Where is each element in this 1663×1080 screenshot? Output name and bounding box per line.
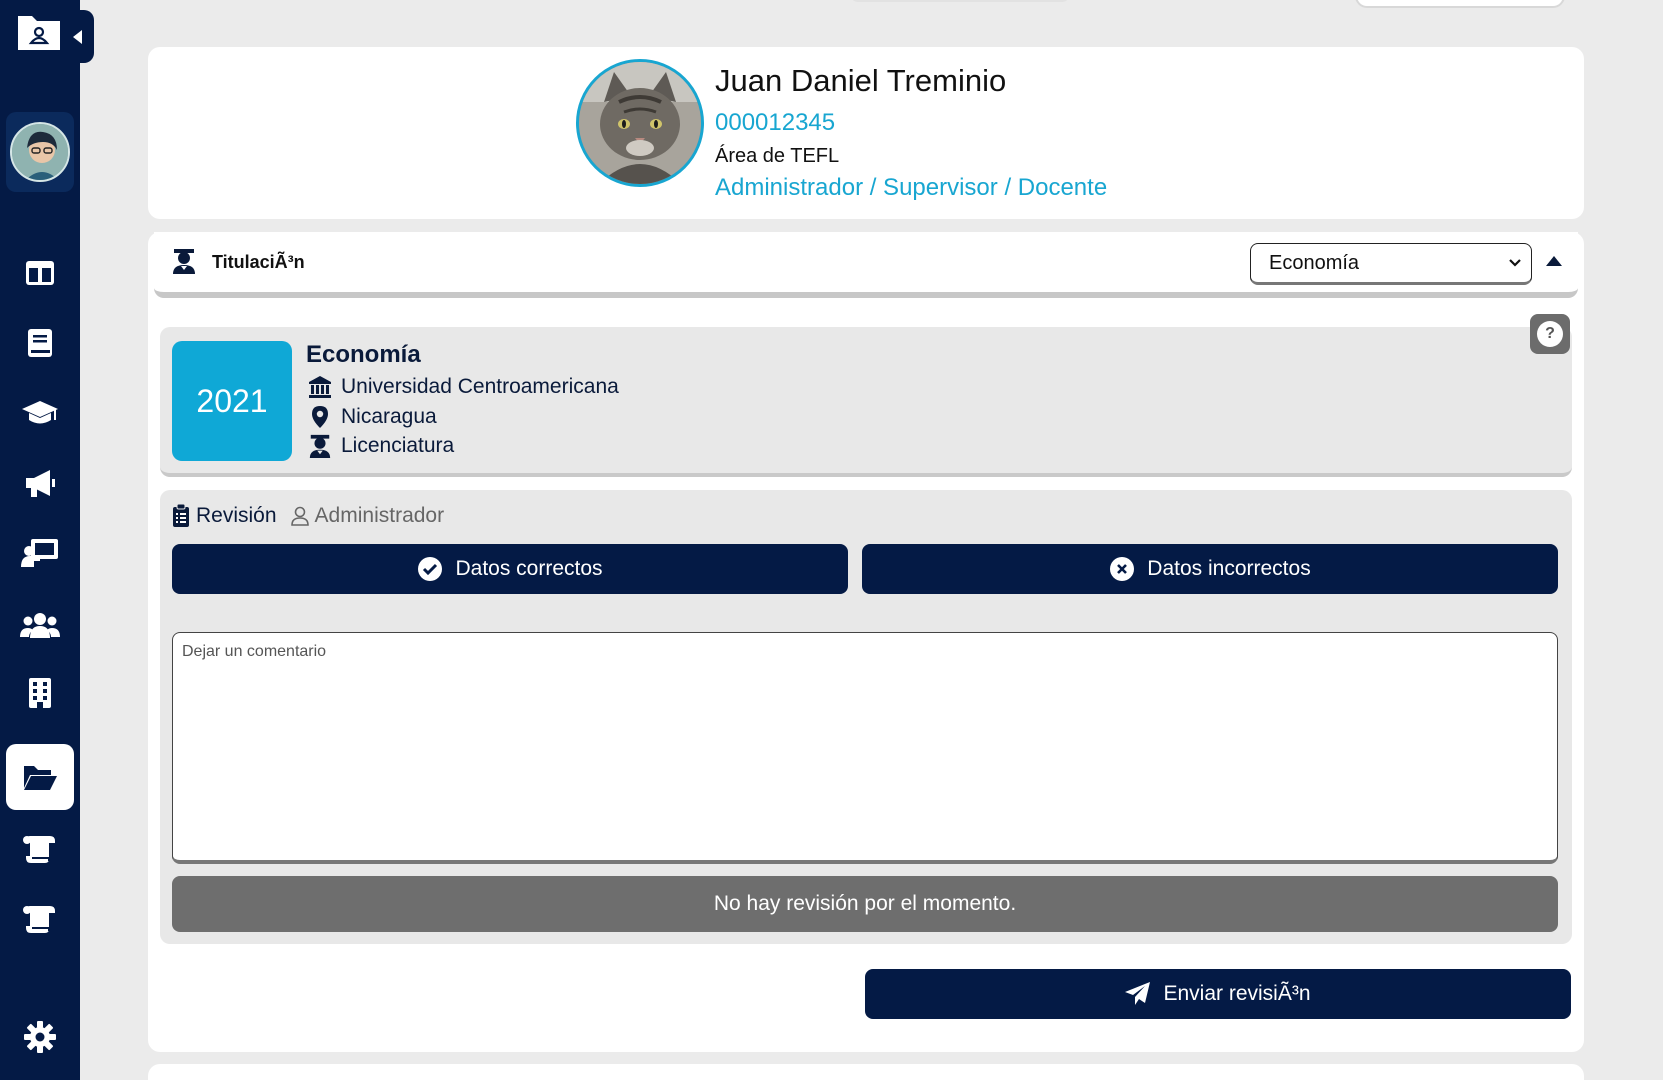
sidebar-item-records-2[interactable] [6,886,74,952]
sidebar-item-files[interactable] [6,744,74,810]
gear-icon [24,1021,56,1053]
degree-card: 2021 Economía Universidad Centroamerican… [160,314,1572,477]
cat-photo [579,62,701,184]
map-pin-icon [312,406,328,428]
user-folder-icon [18,16,60,50]
section-header: TitulaciÃ³n Economía [154,232,1578,298]
sidebar-item-records-1[interactable] [6,816,74,882]
data-incorrect-button[interactable]: Datos incorrectos [862,544,1558,594]
profile-card: Juan Daniel Treminio 000012345 Área de T… [148,47,1584,219]
clipboard-icon [173,504,189,527]
profile-id: 000012345 [715,109,836,136]
level-text: Licenciatura [341,434,455,457]
country-text: Nicaragua [341,405,437,428]
teacher-board-icon [21,539,58,567]
institution-icon [309,376,331,398]
degree-select-value: Economía [1269,251,1360,274]
comment-textarea[interactable] [172,632,1558,864]
avatar-illustration [12,124,68,180]
profile-area: Área de TEFL [715,145,840,167]
degree-section: TitulaciÃ³n Economía 2021 Economía Unive… [148,232,1584,1052]
institution-text: Universidad Centroamericana [341,375,619,398]
degree-institution: Universidad Centroamericana [308,375,619,399]
data-correct-button[interactable]: Datos correctos [172,544,848,594]
sidebar-item-dashboard[interactable] [6,240,74,306]
profile-roles: Administrador / Supervisor / Docente [715,174,1108,201]
sidebar-item-users[interactable] [6,592,74,658]
sidebar-item-teaching[interactable] [6,520,74,586]
section-title: TitulaciÃ³n [212,252,305,272]
collapse-caret-icon[interactable] [1546,256,1562,266]
data-correct-label: Datos correctos [455,557,603,580]
graduate-icon [173,249,195,274]
building-icon [29,678,51,708]
scroll-icon [23,836,55,863]
top-fragment-control [1355,0,1565,8]
send-review-button[interactable]: Enviar revisiÃ³n [865,969,1571,1019]
sidebar-item-buildings[interactable] [6,660,74,726]
degree-title: Economía [306,341,421,368]
megaphone-icon [26,470,55,497]
send-review-label: Enviar revisiÃ³n [1163,982,1311,1005]
graduation-cap-icon [22,401,58,424]
review-status: No hay revisión por el momento. [172,876,1558,932]
data-incorrect-label: Datos incorrectos [1147,557,1311,580]
sidebar [0,0,94,1080]
dashboard-icon [26,261,54,285]
profile-name: Juan Daniel Treminio [715,63,1007,98]
sidebar-item-book[interactable] [6,310,74,376]
chevron-down-icon [1509,259,1521,267]
sidebar-avatar-button[interactable] [6,112,74,192]
top-fragment [850,0,1070,2]
book-icon [28,329,52,357]
folder-open-icon [24,766,57,790]
profile-photo [576,59,704,187]
question-icon: ? [1537,321,1563,347]
review-header: Revisión Administrador [172,504,444,528]
help-button[interactable]: ? [1530,314,1570,354]
degree-country: Nicaragua [308,405,437,429]
next-card-fragment [148,1064,1584,1080]
avatar [10,122,70,182]
users-icon [20,613,60,638]
year-badge: 2021 [172,341,292,461]
sidebar-item-settings[interactable] [6,1004,74,1070]
scroll-icon [23,906,55,933]
check-circle-icon [418,557,443,581]
sidebar-item-graduation[interactable] [6,380,74,446]
caret-left-icon [73,29,82,44]
graduate-icon [309,434,331,458]
review-role-text: Administrador [314,504,445,527]
degree-level: Licenciatura [308,434,454,458]
x-circle-icon [1110,557,1135,581]
review-title: Revisión [196,504,277,527]
degree-select[interactable]: Economía [1250,243,1532,285]
sidebar-collapse-button[interactable] [62,10,94,63]
user-outline-icon [290,506,309,526]
review-role: Administrador [290,504,445,528]
sidebar-item-announcements[interactable] [6,450,74,516]
paper-plane-icon [1125,982,1151,1005]
review-panel: Revisión Administrador Datos correctos D… [160,490,1572,944]
